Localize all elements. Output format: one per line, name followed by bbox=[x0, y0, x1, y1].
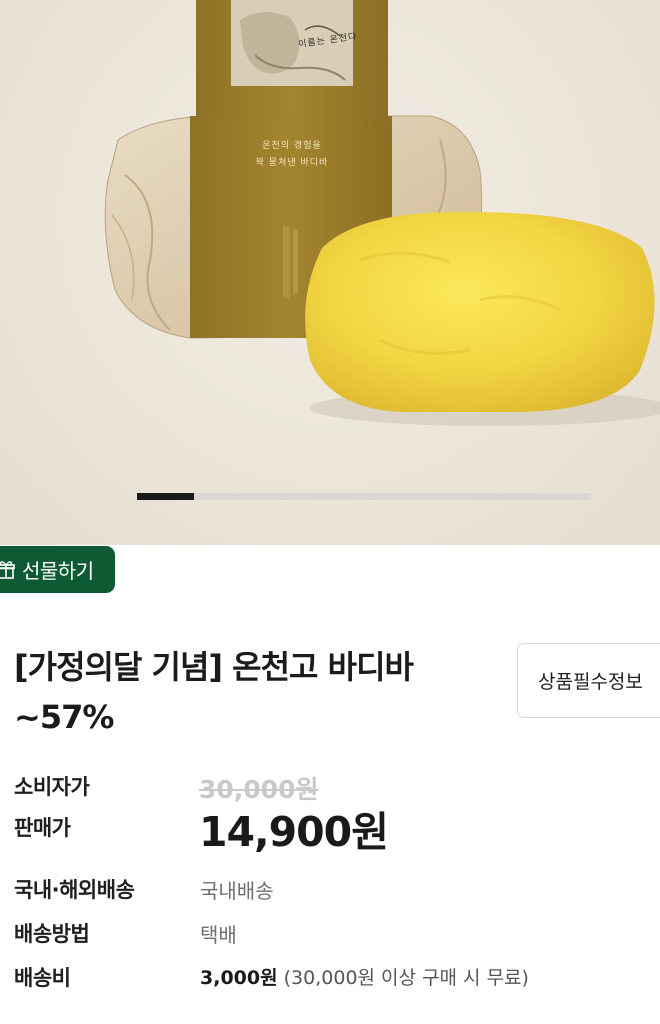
gift-button[interactable]: 선물하기 bbox=[0, 546, 115, 593]
shipping-fee: 3,000원 (30,000원 이상 구매 시 무료) bbox=[200, 963, 529, 990]
box-print-text: 온천의 경험을 꽉 뭉쳐낸 바디바 bbox=[232, 138, 352, 172]
carousel-progress-thumb bbox=[137, 493, 194, 500]
gift-icon bbox=[0, 560, 15, 579]
product-title-line-1: [가정의달 기념] 온천고 바디바 bbox=[14, 648, 414, 686]
box-print-line-2: 꽉 뭉쳐낸 바디바 bbox=[255, 158, 329, 168]
product-discount-text: ~57% bbox=[14, 698, 114, 736]
shipping-region-value: 국내배송 bbox=[200, 879, 274, 903]
shipping-fee-note: (30,000원 이상 구매 시 무료) bbox=[277, 967, 529, 989]
box-print-line-1: 온천의 경험을 bbox=[262, 141, 322, 151]
product-info-button[interactable]: 상품필수정보 bbox=[517, 643, 660, 718]
shipping-fee-label: 배송비 bbox=[14, 966, 71, 990]
shipping-method-value: 택배 bbox=[200, 923, 237, 947]
product-image-carousel[interactable]: 온천의 경험을 꽉 뭉쳐낸 바디바 이름는 온천다 bbox=[0, 0, 660, 545]
product-photo bbox=[104, 0, 660, 426]
product-info-button-label: 상품필수정보 bbox=[538, 671, 643, 693]
sale-price-value: 14,900원 bbox=[199, 808, 389, 856]
gift-button-label: 선물하기 bbox=[22, 559, 94, 583]
product-title: [가정의달 기념] 온천고 바디바 ~57% bbox=[14, 642, 494, 742]
sale-price-label: 판매가 bbox=[14, 816, 71, 840]
shipping-fee-amount: 3,000원 bbox=[200, 967, 278, 989]
shipping-region-label: 국내·해외배송 bbox=[14, 878, 135, 902]
consumer-price-label: 소비자가 bbox=[14, 775, 90, 799]
shipping-method-label: 배송방법 bbox=[14, 922, 90, 946]
carousel-progress-bar[interactable] bbox=[137, 493, 591, 500]
